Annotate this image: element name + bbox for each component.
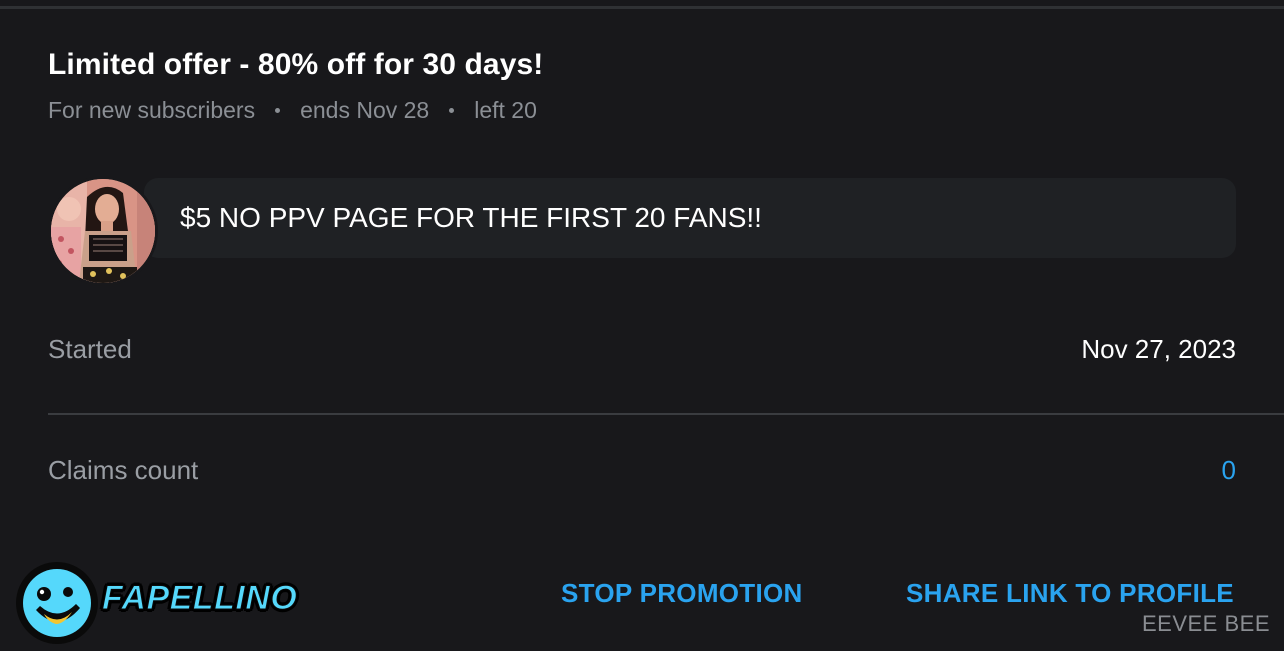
separator-dot	[449, 108, 455, 113]
top-divider	[0, 6, 1284, 9]
offer-left: left 20	[474, 97, 537, 123]
offer-ends: ends Nov 28	[300, 97, 430, 123]
avatar-image	[51, 179, 155, 283]
started-row: Started Nov 27, 2023	[48, 334, 1236, 365]
offer-title: Limited offer - 80% off for 30 days!	[48, 48, 544, 81]
claims-label: Claims count	[48, 455, 199, 485]
separator-dot	[275, 108, 281, 113]
started-label: Started	[48, 334, 132, 364]
claims-count[interactable]: 0	[1222, 455, 1236, 486]
stop-promotion-button[interactable]: STOP PROMOTION	[561, 578, 803, 609]
claims-row: Claims count 0	[48, 455, 1236, 486]
message-text: $5 NO PPV PAGE FOR THE FIRST 20 FANS!!	[180, 202, 762, 233]
brand-wordmark: FAPELLINO	[101, 579, 298, 618]
started-value: Nov 27, 2023	[1081, 334, 1236, 364]
watermark: EEVEE BEE	[1141, 611, 1270, 636]
share-link-button[interactable]: SHARE LINK TO PROFILE	[906, 578, 1234, 609]
smiley-icon	[16, 562, 98, 644]
promo-message: $5 NO PPV PAGE FOR THE FIRST 20 FANS!!	[48, 176, 1236, 286]
offer-audience: For new subscribers	[48, 97, 256, 123]
brand-logo: FAPELLINO	[14, 560, 314, 646]
avatar[interactable]	[48, 176, 158, 286]
message-bubble: $5 NO PPV PAGE FOR THE FIRST 20 FANS!!	[144, 178, 1236, 258]
section-divider	[48, 413, 1284, 415]
offer-meta: For new subscribers ends Nov 28 left 20	[48, 97, 537, 124]
